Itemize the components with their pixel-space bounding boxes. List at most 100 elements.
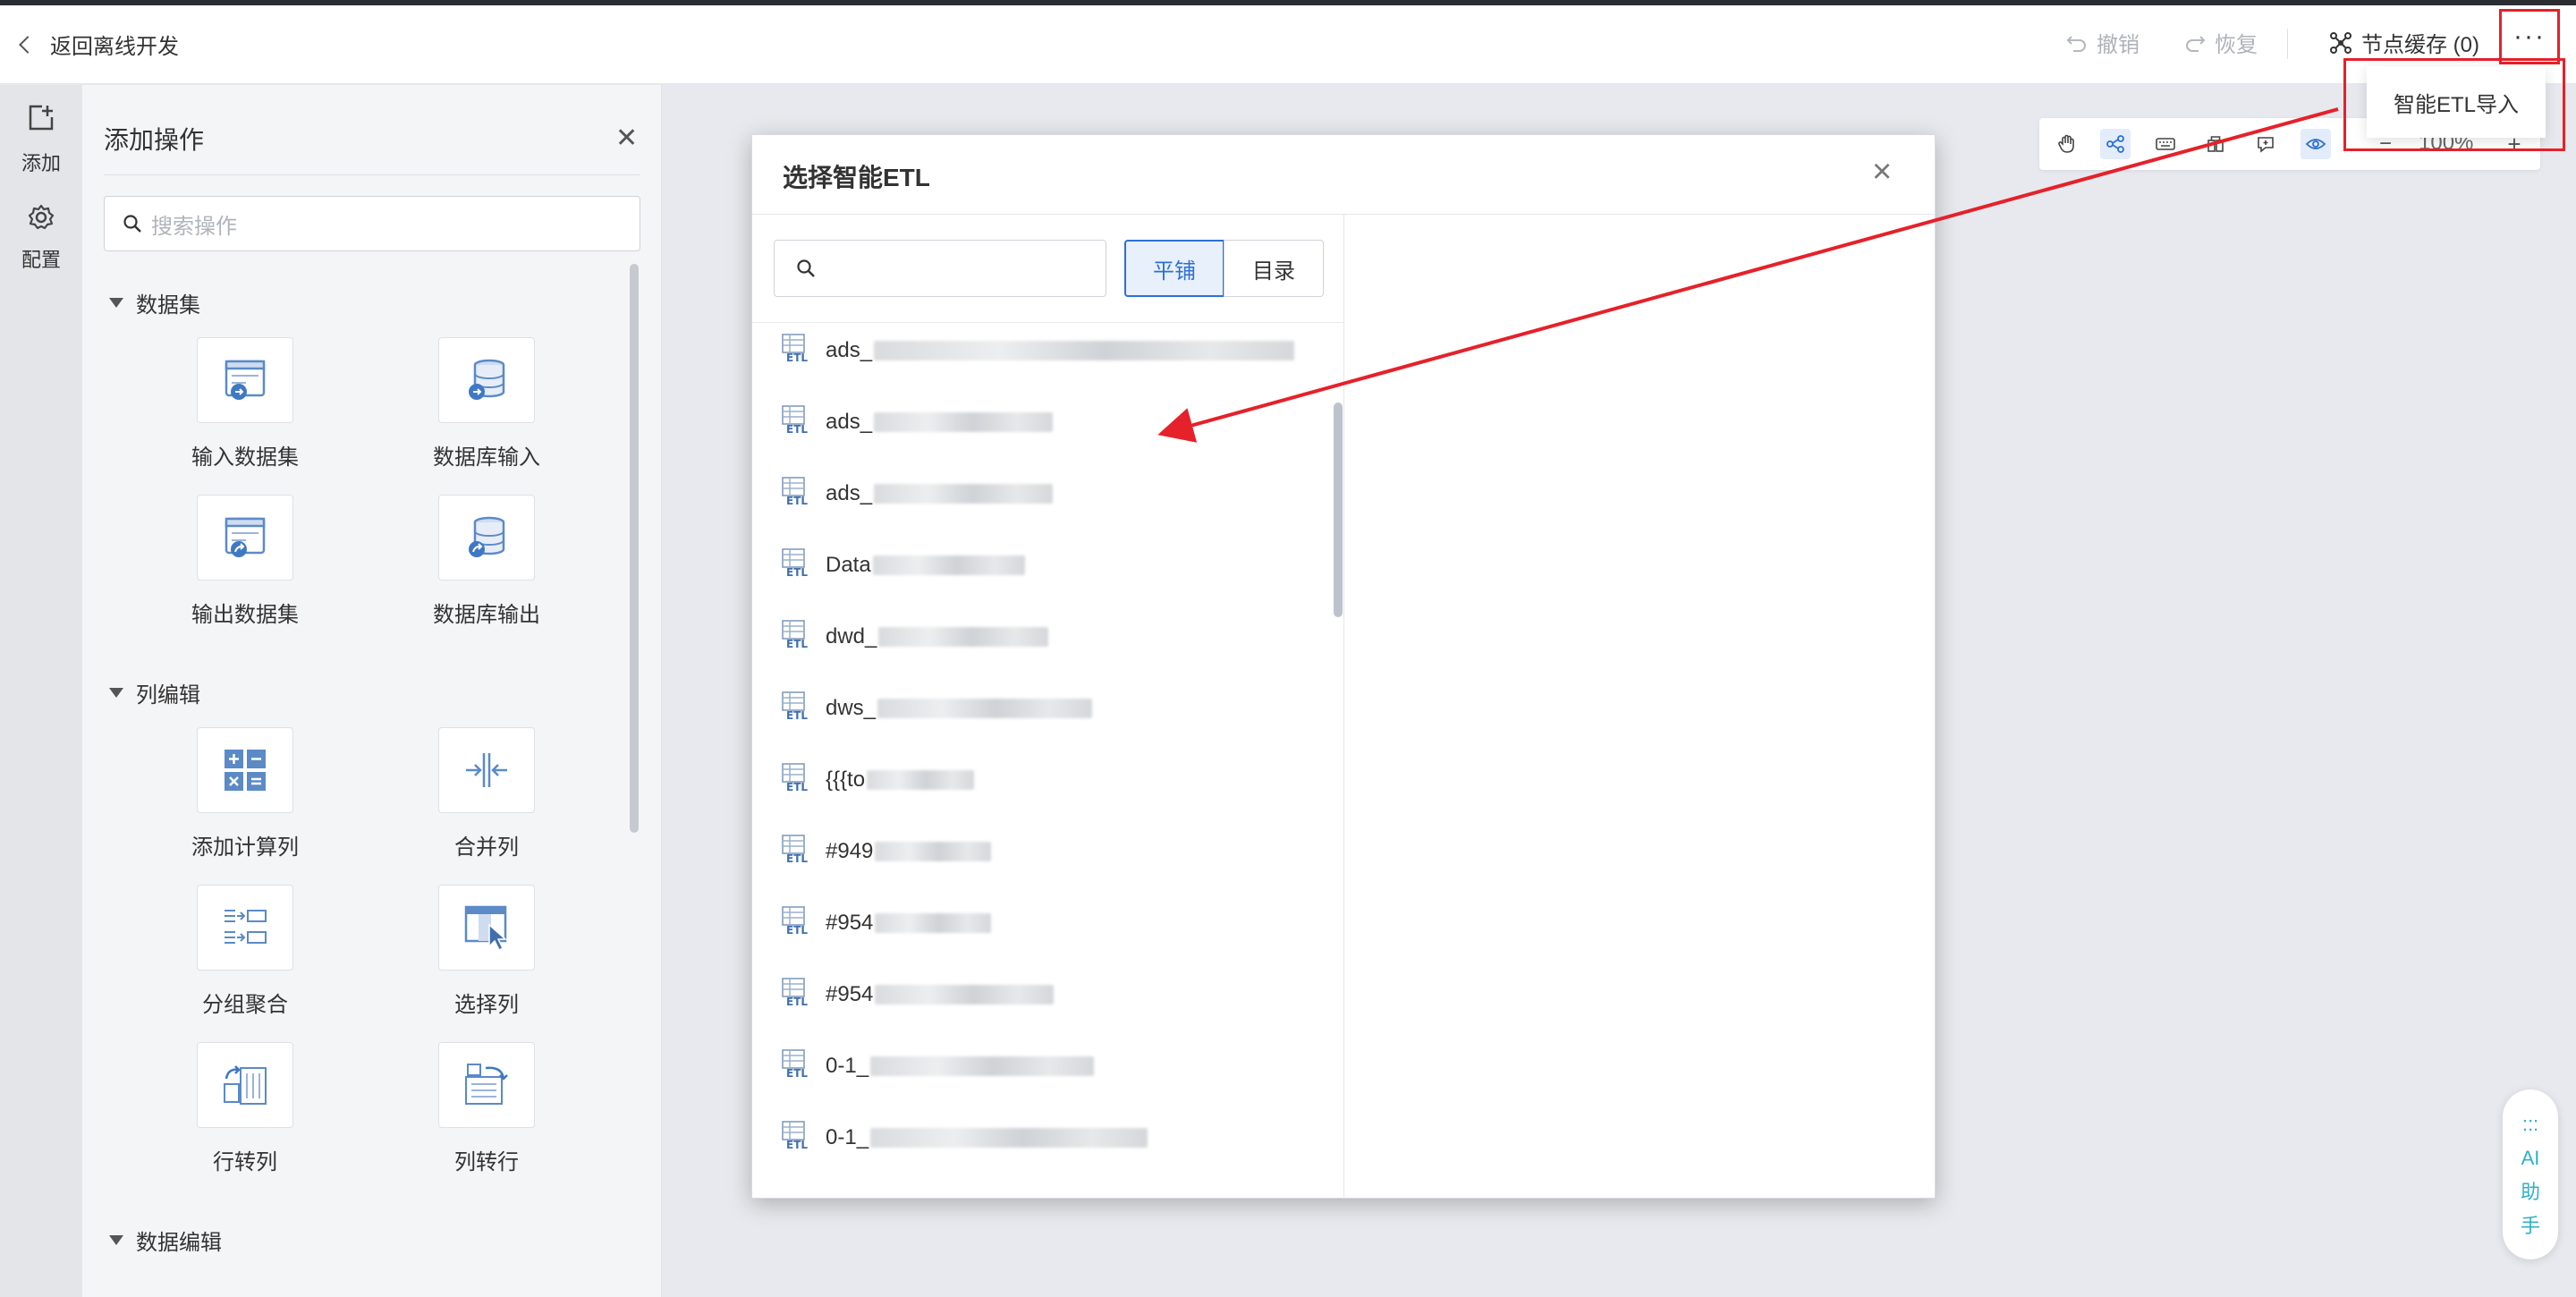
layout-icon[interactable] (2200, 129, 2231, 159)
svg-text:ETL: ETL (786, 996, 808, 1007)
op-db-output[interactable]: 数据库输出 (397, 495, 576, 628)
panel-scrollbar[interactable] (630, 264, 639, 833)
etl-file-icon: ETL (781, 1048, 811, 1085)
op-label: 分组聚合 (202, 993, 288, 1017)
op-row-to-column[interactable]: 行转列 (156, 1042, 335, 1175)
input-dataset-tile[interactable] (197, 337, 293, 423)
etl-list-item[interactable]: ETL #949 (781, 834, 992, 869)
panel-close-icon[interactable]: ✕ (615, 123, 638, 154)
menu-item-smart-etl-import[interactable]: 智能ETL导入 (2394, 87, 2519, 118)
etl-search-input[interactable] (774, 240, 1106, 297)
node-cache-label: 节点缓存 (0) (2361, 33, 2479, 57)
etl-list-pane: 平铺 目录 ETL ads_ ETL ads_ ETL ads_ ETL Data ET… (752, 215, 1344, 1199)
db-input-tile[interactable] (438, 337, 535, 423)
ai-assistant-button[interactable]: ::: AI 助 手 (2503, 1089, 2558, 1259)
etl-file-icon: ETL (781, 476, 811, 513)
hand-tool-icon[interactable] (2052, 129, 2082, 159)
op-input-dataset[interactable]: 输入数据集 (156, 337, 335, 470)
redo-button[interactable]: 恢复 (2184, 27, 2258, 58)
row-to-column-tile[interactable] (197, 1042, 293, 1128)
gear-icon (28, 204, 55, 230)
node-cache-button[interactable]: 节点缓存 (0) (2329, 27, 2479, 58)
database-output-icon (469, 516, 505, 557)
etl-list-item[interactable]: ETL ads_ (781, 476, 1054, 513)
rail-add-label: 添加 (21, 152, 61, 174)
group-aggregate-tile[interactable] (197, 885, 293, 971)
etl-file-icon: ETL (781, 1120, 811, 1157)
merge-column-tile[interactable] (438, 727, 535, 813)
keyboard-icon[interactable] (2150, 129, 2181, 159)
redacted-text (870, 1128, 1148, 1148)
section-title: 数据编辑 (136, 1231, 222, 1255)
etl-list-item[interactable]: ETL Data (781, 547, 1025, 583)
etl-list-scrollbar[interactable] (1334, 403, 1343, 617)
list-divider (752, 322, 1344, 323)
add-operation-panel: 添加操作 ✕ 搜索操作 数据集 输入数据集 数据库输入 输出数据集 数据库输出 … (82, 85, 662, 1297)
op-select-column[interactable]: 选择列 (397, 885, 576, 1018)
op-column-to-row[interactable]: 列转行 (397, 1042, 576, 1175)
redacted-text (874, 484, 1054, 504)
op-label: 行转列 (213, 1150, 277, 1174)
op-label: 列转行 (454, 1150, 519, 1174)
more-menu-button[interactable]: ··· (2499, 9, 2560, 64)
etl-list-item[interactable]: ETL dwd_ (781, 619, 1049, 656)
undo-label: 撤销 (2097, 33, 2140, 57)
connect-tool-icon[interactable] (2100, 129, 2131, 159)
operation-search-input[interactable]: 搜索操作 (104, 196, 640, 251)
etl-item-name: 0-1_ (826, 1054, 869, 1078)
rail-add[interactable]: 添加 (0, 103, 82, 176)
comment-icon[interactable] (2250, 129, 2281, 159)
top-bar: 返回离线开发 撤销 恢复 节点缓存 (0) (0, 5, 2576, 84)
op-db-input[interactable]: 数据库输入 (397, 337, 576, 470)
section-data-edit[interactable]: 数据编辑 (109, 1225, 222, 1256)
etl-file-icon: ETL (781, 619, 811, 656)
redacted-text (875, 913, 992, 933)
rail-config[interactable]: 配置 (0, 203, 82, 273)
back-button[interactable]: 返回离线开发 (16, 29, 179, 60)
caret-down-icon (109, 298, 123, 308)
select-column-tile[interactable] (438, 885, 535, 971)
view-tile-label: 平铺 (1153, 259, 1196, 284)
etl-list-item[interactable]: ETL #954 (781, 905, 992, 941)
db-output-tile[interactable] (438, 495, 535, 581)
calculator-icon (225, 750, 266, 791)
ai-label: AI (2521, 1147, 2540, 1169)
etl-item-name: 0-1_ (826, 1125, 869, 1149)
undo-button[interactable]: 撤销 (2066, 27, 2140, 58)
svg-text:ETL: ETL (786, 1067, 808, 1079)
svg-text:ETL: ETL (786, 638, 808, 649)
ai-label: 助 (2520, 1181, 2540, 1203)
section-column-edit[interactable]: 列编辑 (109, 677, 200, 708)
left-rail: 添加 配置 (0, 85, 82, 1297)
etl-item-name: ads_ (826, 410, 873, 434)
etl-list-item[interactable]: ETL #954 (781, 977, 1055, 1013)
etl-file-icon: ETL (781, 547, 811, 584)
op-output-dataset[interactable]: 输出数据集 (156, 495, 335, 628)
op-add-calc-column[interactable]: 添加计算列 (156, 727, 335, 860)
view-directory-button[interactable]: 目录 (1224, 240, 1324, 297)
etl-list-item[interactable]: ETL ads_ (781, 404, 1054, 441)
svg-text:ETL: ETL (786, 852, 808, 864)
op-merge-column[interactable]: 合并列 (397, 727, 576, 860)
select-column-icon (464, 905, 507, 952)
caret-down-icon (109, 1235, 123, 1245)
op-label: 添加计算列 (191, 835, 299, 860)
etl-list-item[interactable]: ETL 0-1_ (781, 1048, 1095, 1085)
view-tile-button[interactable]: 平铺 (1124, 240, 1224, 297)
op-group-aggregate[interactable]: 分组聚合 (156, 885, 335, 1018)
etl-list-item[interactable]: ETL ads_ (781, 333, 1295, 369)
chevron-left-icon (19, 35, 37, 54)
section-title: 列编辑 (136, 683, 200, 708)
etl-file-icon: ETL (781, 333, 811, 369)
add-calc-column-tile[interactable] (197, 727, 293, 813)
etl-list-item[interactable]: ETL {{{to (781, 762, 975, 798)
close-icon[interactable]: × (1872, 153, 1892, 191)
section-dataset[interactable]: 数据集 (109, 287, 200, 318)
etl-file-icon: ETL (781, 404, 811, 441)
column-to-row-tile[interactable] (438, 1042, 535, 1128)
etl-list-item[interactable]: ETL dws_ (781, 691, 1093, 726)
etl-list-item[interactable]: ETL 0-1_ (781, 1120, 1148, 1156)
output-dataset-tile[interactable] (197, 495, 293, 581)
eye-icon[interactable] (2301, 129, 2331, 159)
back-label: 返回离线开发 (50, 35, 179, 59)
